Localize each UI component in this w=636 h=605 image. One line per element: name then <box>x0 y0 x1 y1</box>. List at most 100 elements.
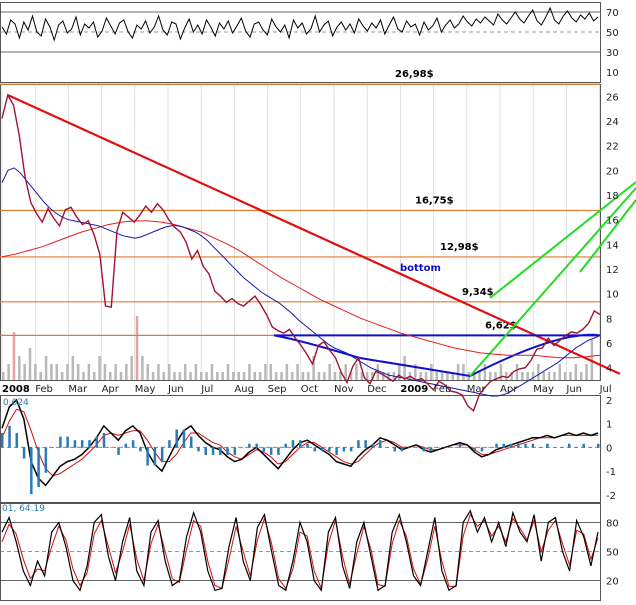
macd-hist-bar <box>66 436 69 448</box>
macd-hist-bar <box>219 447 222 455</box>
volume-bar <box>563 372 567 380</box>
macd-hist-bar <box>204 447 208 455</box>
x-axis-label: Jul <box>599 384 612 395</box>
volume-bar <box>333 372 337 380</box>
macd-hist-bar <box>451 447 455 448</box>
volume-bar <box>553 372 556 380</box>
volume-bar <box>162 372 166 380</box>
macd-hist-bar <box>495 443 498 448</box>
price-ytick: 22 <box>606 142 619 153</box>
volume-bar <box>328 364 331 380</box>
stochastic-ytick: 20 <box>606 577 619 588</box>
volume-bar <box>141 356 144 380</box>
macd-hist-bar <box>255 443 258 448</box>
macd-hist-bar <box>378 440 382 448</box>
volume-bar <box>585 364 588 380</box>
macd-hist-bar <box>233 447 237 455</box>
volume-bar <box>12 332 16 380</box>
volume-bar <box>296 364 299 380</box>
panel-frame-macd <box>0 395 601 503</box>
volume-bar <box>114 364 117 380</box>
price-ytick: 16 <box>606 216 619 227</box>
x-axis-label: 2009 <box>400 384 428 395</box>
volume-bar <box>82 372 85 380</box>
macd-hist-bar <box>320 447 324 452</box>
volume-bar <box>462 364 465 380</box>
macd-hist-bar <box>44 447 48 473</box>
macd-hist-bar <box>357 440 360 448</box>
macd-hist-bar <box>139 447 142 452</box>
macd-hist-bar <box>146 447 149 466</box>
volume-bar <box>189 372 192 380</box>
x-axis-label: Aug <box>234 384 254 395</box>
volume-bar <box>547 372 551 380</box>
bottom-annotation: bottom <box>400 263 441 274</box>
macd-hist-bar <box>466 447 469 448</box>
macd-hist-bar <box>349 447 353 452</box>
volume-bar <box>130 356 133 380</box>
macd-hist-bar <box>560 447 564 448</box>
x-axis-label: Feb <box>434 384 452 395</box>
x-axis-label: 2008 <box>2 384 30 395</box>
volume-bar <box>258 372 262 380</box>
volume-bar <box>167 364 171 380</box>
volume-bar <box>18 356 21 380</box>
x-axis-label: Jun <box>167 384 184 395</box>
stochastic-value-label: 01, 64.19 <box>2 504 45 514</box>
macd-hist-bar <box>480 447 484 452</box>
macd-value-label: 0.024 <box>3 398 29 408</box>
price-ytick: 24 <box>606 117 619 128</box>
macd-hist-bar <box>117 447 120 455</box>
macd-hist-bar <box>364 440 367 448</box>
volume-bar <box>478 372 481 380</box>
macd-hist-bar <box>313 447 317 452</box>
rsi-ytick: 30 <box>606 48 619 59</box>
rsi-line <box>1 6 599 42</box>
macd-hist-bar <box>175 429 178 448</box>
volume-bar <box>50 364 53 380</box>
macd-hist-bar <box>567 443 571 448</box>
price-level-label: 12,98$ <box>440 242 479 253</box>
volume-bar <box>2 372 5 380</box>
macd-hist-bar <box>538 447 542 448</box>
panel-frame-rsi <box>0 2 601 83</box>
macd-hist-bar <box>102 433 106 448</box>
volume-bar <box>87 364 91 380</box>
x-axis-label: Jun <box>565 384 582 395</box>
price-level-label: 16,75$ <box>415 195 454 206</box>
macd-hist-bar <box>437 447 440 448</box>
volume-bar <box>290 372 294 380</box>
macd-hist-bar <box>531 443 535 448</box>
macd-hist-bar <box>458 443 462 448</box>
x-axis-label: May <box>533 384 554 395</box>
volume-bar <box>55 364 59 380</box>
volume-bar <box>157 364 160 380</box>
price-ytick: 26 <box>606 92 619 103</box>
macd-hist-bar <box>73 440 77 448</box>
macd-hist-bar <box>306 443 309 448</box>
price-ytick: 10 <box>606 290 619 301</box>
volume-bar <box>515 364 519 380</box>
price-ytick: 20 <box>606 166 619 177</box>
macd-hist-bar <box>15 433 19 448</box>
macd-hist-bar <box>88 440 91 448</box>
macd-hist-bar <box>168 440 171 448</box>
macd-hist-bar <box>8 425 11 448</box>
volume-bar <box>242 372 246 380</box>
volume-bar <box>200 372 203 380</box>
price-level-label: 9,34$ <box>462 287 494 298</box>
tick-labels: 705030102008 Feb Mar Apr May Jun Jul Aug Sep Oct N… <box>2 8 619 588</box>
macd-hist-bar <box>262 447 266 452</box>
macd-hist-bar <box>502 443 506 448</box>
volume-bar <box>210 364 214 380</box>
volume-bar <box>274 372 278 380</box>
macd-hist-bar <box>30 447 33 495</box>
volume-bar <box>574 364 578 380</box>
stochastic-ytick: 50 <box>606 548 619 559</box>
volume-bar <box>226 364 230 380</box>
macd-ytick: 0 <box>606 443 612 454</box>
volume-bar <box>488 372 492 380</box>
price-ytick: 4 <box>606 364 612 375</box>
x-axis-label: Dec <box>367 384 386 395</box>
volume-bar <box>435 372 438 380</box>
